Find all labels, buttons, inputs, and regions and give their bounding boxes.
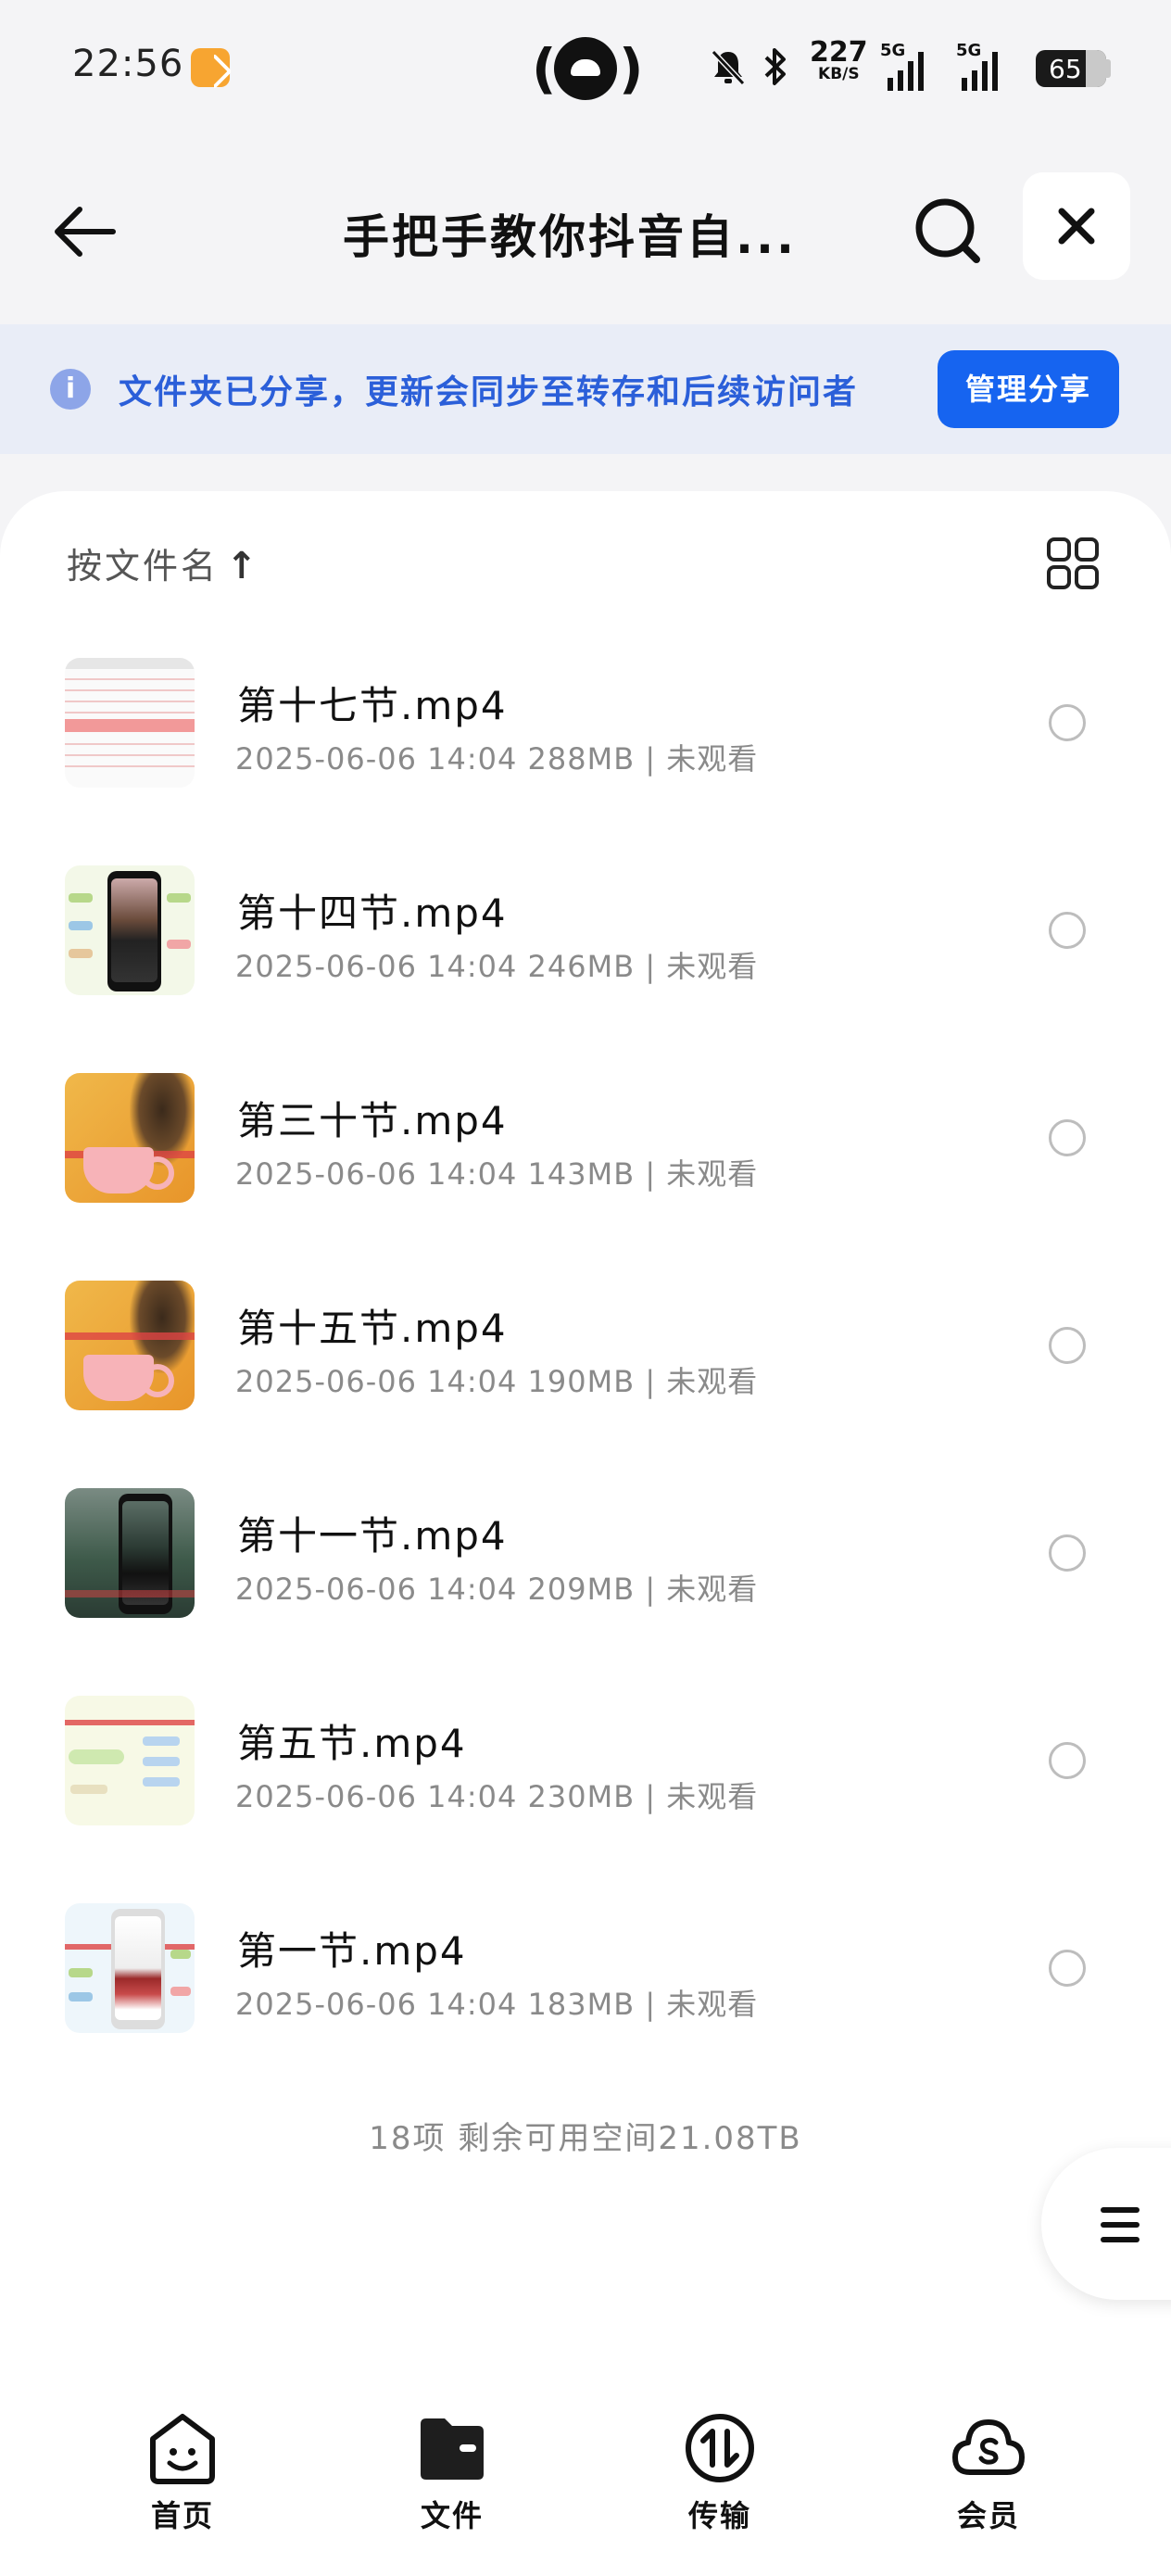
back-button[interactable] — [48, 195, 122, 269]
file-meta: 2025-06-06 14:04 230MB | 未观看 — [235, 1779, 759, 1814]
file-item[interactable]: 第一节.mp4 2025-06-06 14:04 183MB | 未观看 — [0, 1866, 1171, 2074]
net-speed: 227 KB/S — [810, 36, 868, 83]
select-radio[interactable] — [1049, 1742, 1086, 1779]
header: 手把手教你抖音自... — [0, 139, 1171, 324]
file-meta: 2025-06-06 14:04 209MB | 未观看 — [235, 1572, 759, 1607]
select-radio[interactable] — [1049, 1327, 1086, 1364]
video-thumbnail — [65, 1903, 195, 2033]
video-thumbnail — [65, 1281, 195, 1410]
mute-bell-icon — [711, 49, 746, 86]
select-radio[interactable] — [1049, 1119, 1086, 1156]
file-name: 第十四节.mp4 — [237, 890, 508, 936]
file-panel: 按文件名 ↑ 第十七节.mp4 2025-06-06 14:04 288MB | … — [0, 491, 1171, 2576]
share-banner-text: 文件夹已分享，更新会同步至转存和后续访问者 — [119, 373, 859, 411]
page-title: 手把手教你抖音自... — [343, 210, 797, 264]
battery-icon: 65 — [1036, 50, 1106, 87]
select-radio[interactable] — [1049, 704, 1086, 741]
nav-files-label: 文件 — [420, 2498, 484, 2533]
close-icon — [1058, 208, 1095, 245]
select-radio[interactable] — [1049, 912, 1086, 949]
bottom-nav: 首页 文件 传输 会员 — [0, 2372, 1171, 2576]
folder-icon — [421, 2418, 484, 2480]
bluetooth-icon — [764, 48, 786, 85]
nav-files[interactable]: 文件 — [383, 2409, 522, 2535]
file-item[interactable]: 第十五节.mp4 2025-06-06 14:04 190MB | 未观看 — [0, 1244, 1171, 1451]
file-list: 第十七节.mp4 2025-06-06 14:04 288MB | 未观看 第十… — [0, 621, 1171, 2074]
select-radio[interactable] — [1049, 1950, 1086, 1987]
select-radio[interactable] — [1049, 1534, 1086, 1572]
video-thumbnail — [65, 865, 195, 995]
status-time: 22:56 — [72, 43, 184, 85]
menu-icon — [1101, 2207, 1140, 2242]
file-name: 第五节.mp4 — [237, 1721, 467, 1766]
video-thumbnail — [65, 1073, 195, 1203]
file-meta: 2025-06-06 14:04 183MB | 未观看 — [235, 1987, 759, 2022]
file-name: 第三十节.mp4 — [237, 1098, 508, 1143]
manage-share-button[interactable]: 管理分享 — [938, 350, 1119, 428]
file-name: 第十一节.mp4 — [237, 1513, 508, 1559]
grid-view-icon — [1047, 537, 1099, 589]
video-thumbnail — [65, 1696, 195, 1825]
share-banner: i 文件夹已分享，更新会同步至转存和后续访问者 管理分享 — [0, 324, 1171, 454]
file-item[interactable]: 第十七节.mp4 2025-06-06 14:04 288MB | 未观看 — [0, 621, 1171, 828]
signal-5g-icon: 5G — [880, 41, 924, 91]
grid-view-button[interactable] — [1045, 536, 1101, 591]
signal-5g-2-icon: 5G — [951, 41, 998, 91]
sort-control[interactable]: 按文件名 ↑ — [67, 537, 258, 588]
battery-tip — [1106, 59, 1111, 78]
sort-label: 按文件名 — [67, 546, 220, 587]
file-meta: 2025-06-06 14:04 143MB | 未观看 — [235, 1156, 759, 1192]
search-icon — [915, 198, 980, 263]
nav-home[interactable]: 首页 — [113, 2409, 252, 2535]
app-notification-icon — [191, 48, 230, 87]
sort-arrow-up-icon: ↑ — [226, 545, 258, 587]
transfer-icon — [686, 2414, 754, 2482]
video-thumbnail — [65, 658, 195, 788]
file-meta: 2025-06-06 14:04 246MB | 未观看 — [235, 949, 759, 984]
status-bar: 22:56 ( ) 227 KB/S 5G 5G 65 — [0, 0, 1171, 139]
nav-vip[interactable]: 会员 — [919, 2409, 1058, 2535]
nav-home-label: 首页 — [150, 2498, 214, 2533]
nav-transfer[interactable]: 传输 — [650, 2409, 789, 2535]
file-name: 第十五节.mp4 — [237, 1306, 508, 1351]
home-face-icon — [150, 2414, 215, 2484]
file-item[interactable]: 第十一节.mp4 2025-06-06 14:04 209MB | 未观看 — [0, 1451, 1171, 1659]
file-name: 第十七节.mp4 — [237, 683, 508, 728]
file-name: 第一节.mp4 — [237, 1928, 467, 1974]
nav-transfer-label: 传输 — [687, 2498, 751, 2533]
back-arrow-icon — [55, 207, 116, 257]
hotspot-icon: ( ) — [532, 37, 644, 100]
nav-vip-label: 会员 — [956, 2498, 1020, 2533]
info-icon: i — [50, 369, 91, 410]
vip-cloud-icon — [952, 2419, 1025, 2475]
video-thumbnail — [65, 1488, 195, 1618]
file-item[interactable]: 第三十节.mp4 2025-06-06 14:04 143MB | 未观看 — [0, 1036, 1171, 1244]
storage-stats: 18项 剩余可用空间21.08TB — [369, 2120, 802, 2157]
file-item[interactable]: 第五节.mp4 2025-06-06 14:04 230MB | 未观看 — [0, 1659, 1171, 1866]
file-item[interactable]: 第十四节.mp4 2025-06-06 14:04 246MB | 未观看 — [0, 828, 1171, 1036]
search-button[interactable] — [908, 191, 989, 272]
close-button[interactable] — [1023, 172, 1130, 280]
file-meta: 2025-06-06 14:04 288MB | 未观看 — [235, 741, 759, 777]
file-meta: 2025-06-06 14:04 190MB | 未观看 — [235, 1364, 759, 1399]
